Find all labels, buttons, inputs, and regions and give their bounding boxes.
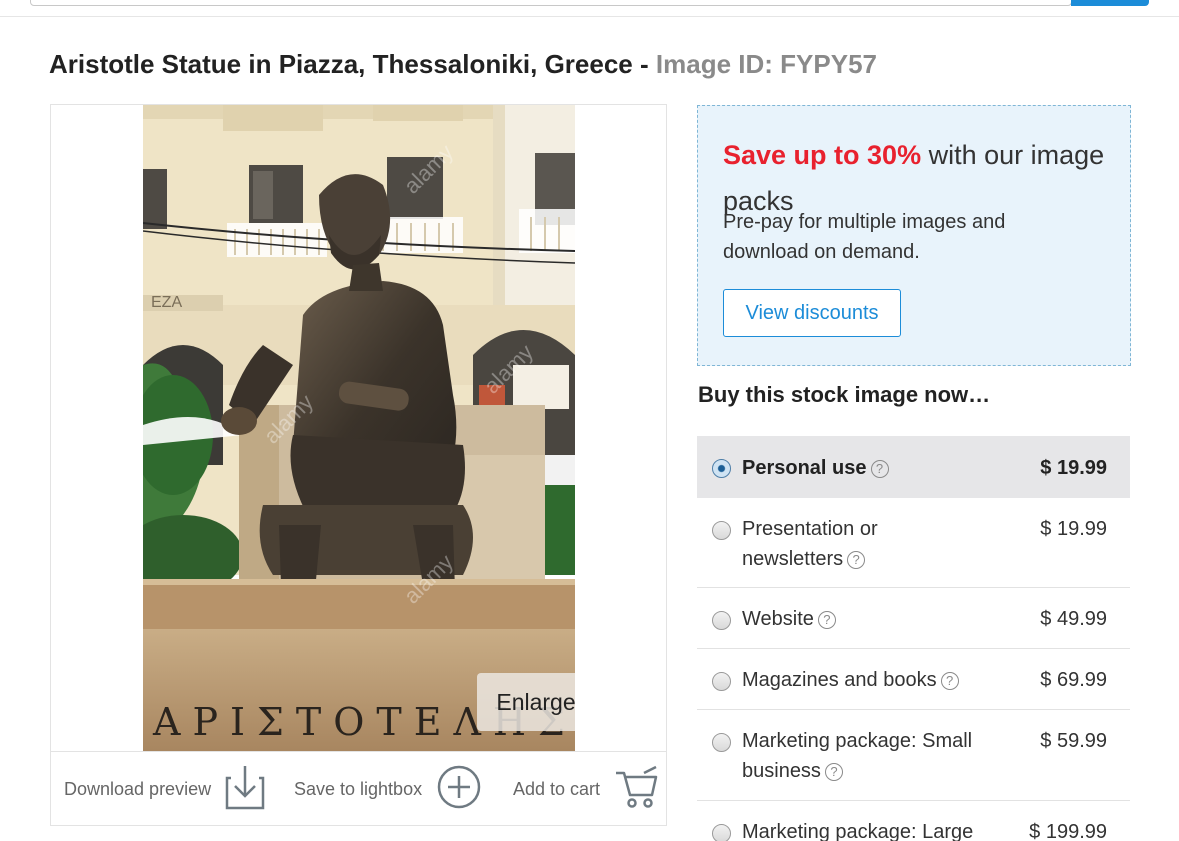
license-price: $ 69.99 (1040, 669, 1107, 691)
radio-icon[interactable] (712, 824, 731, 841)
page-title: Aristotle Statue in Piazza, Thessaloniki… (49, 49, 877, 80)
view-discounts-button[interactable]: View discounts (723, 289, 901, 337)
license-price: $ 19.99 (1040, 457, 1107, 479)
license-option-marketing-small[interactable]: Marketing package: Small business? $ 59.… (697, 710, 1130, 801)
add-to-cart-label: Add to cart (513, 778, 601, 799)
license-price: $ 59.99 (1040, 730, 1107, 752)
license-label: Marketing package: Large (742, 817, 973, 841)
license-option-personal-use[interactable]: Personal use? $ 19.99 (697, 436, 1130, 498)
license-price: $ 19.99 (1040, 518, 1107, 540)
license-option-presentation[interactable]: Presentation or newsletters? $ 19.99 (697, 498, 1130, 588)
search-input[interactable] (30, 0, 1072, 6)
radio-icon[interactable] (712, 672, 731, 691)
enlarge-label: Enlarge (496, 688, 575, 715)
title-separator: - (640, 49, 649, 79)
license-option-magazines[interactable]: Magazines and books? $ 69.99 (697, 649, 1130, 710)
license-label-text: Magazines and books (742, 669, 937, 691)
license-label: Marketing package: Small business? (742, 726, 1002, 786)
add-to-cart-button[interactable]: Add to cart (513, 765, 658, 814)
promo-highlight: Save up to 30% (723, 140, 922, 170)
license-label-text: Personal use (742, 457, 867, 479)
buy-heading: Buy this stock image now… (698, 382, 991, 407)
plus-circle-icon (436, 764, 482, 815)
enlarge-button[interactable]: Enlarge (477, 673, 575, 731)
promo-description: Pre-pay for multiple images and download… (723, 211, 1006, 263)
building-sign: EZA (151, 294, 182, 311)
save-to-lightbox-label: Save to lightbox (294, 778, 423, 799)
license-label-text: Marketing package: Small business (742, 730, 973, 782)
license-label: Personal use? (742, 453, 889, 483)
image-id: Image ID: FYPY57 (655, 49, 877, 79)
top-search-strip (0, 0, 1179, 14)
radio-icon[interactable] (712, 521, 731, 540)
save-to-lightbox-button[interactable]: Save to lightbox (294, 764, 482, 815)
radio-icon[interactable] (712, 611, 731, 630)
help-icon[interactable]: ? (824, 763, 843, 781)
license-option-marketing-large[interactable]: Marketing package: Large $ 199.99 (697, 801, 1130, 841)
license-label-text: Marketing package: Large (742, 821, 974, 841)
stock-photo[interactable]: EZA ΑΡΙΣΤΟΤΕΛΗΣ alamy alamy alamy alamy … (143, 105, 575, 751)
help-icon[interactable]: ? (940, 672, 959, 690)
help-icon[interactable]: ? (870, 460, 889, 478)
image-title: Aristotle Statue in Piazza, Thessaloniki… (49, 49, 633, 79)
image-panel: EZA ΑΡΙΣΤΟΤΕΛΗΣ alamy alamy alamy alamy … (50, 104, 667, 826)
image-actions: Download preview Save to lightbox Add to… (51, 752, 666, 825)
help-icon[interactable]: ? (817, 611, 836, 629)
radio-selected-icon[interactable] (712, 459, 731, 478)
license-options: Personal use? $ 19.99 Presentation or ne… (697, 436, 1130, 841)
license-option-website[interactable]: Website? $ 49.99 (697, 588, 1130, 649)
license-price: $ 49.99 (1040, 608, 1107, 630)
license-label-text: Website (742, 608, 814, 630)
license-label: Magazines and books? (742, 665, 959, 695)
header-divider (0, 16, 1179, 17)
license-label: Website? (742, 604, 836, 634)
search-button[interactable] (1071, 0, 1149, 6)
download-icon (225, 764, 265, 815)
radio-icon[interactable] (712, 733, 731, 752)
image-pack-promo: Save up to 30% with our image packs Pre-… (697, 105, 1131, 366)
download-preview-label: Download preview (64, 778, 212, 799)
help-icon[interactable]: ? (847, 551, 866, 569)
license-price: $ 199.99 (1029, 821, 1107, 841)
license-label: Presentation or newsletters? (742, 514, 942, 574)
cart-icon (614, 765, 658, 814)
download-preview-button[interactable]: Download preview (64, 764, 265, 815)
